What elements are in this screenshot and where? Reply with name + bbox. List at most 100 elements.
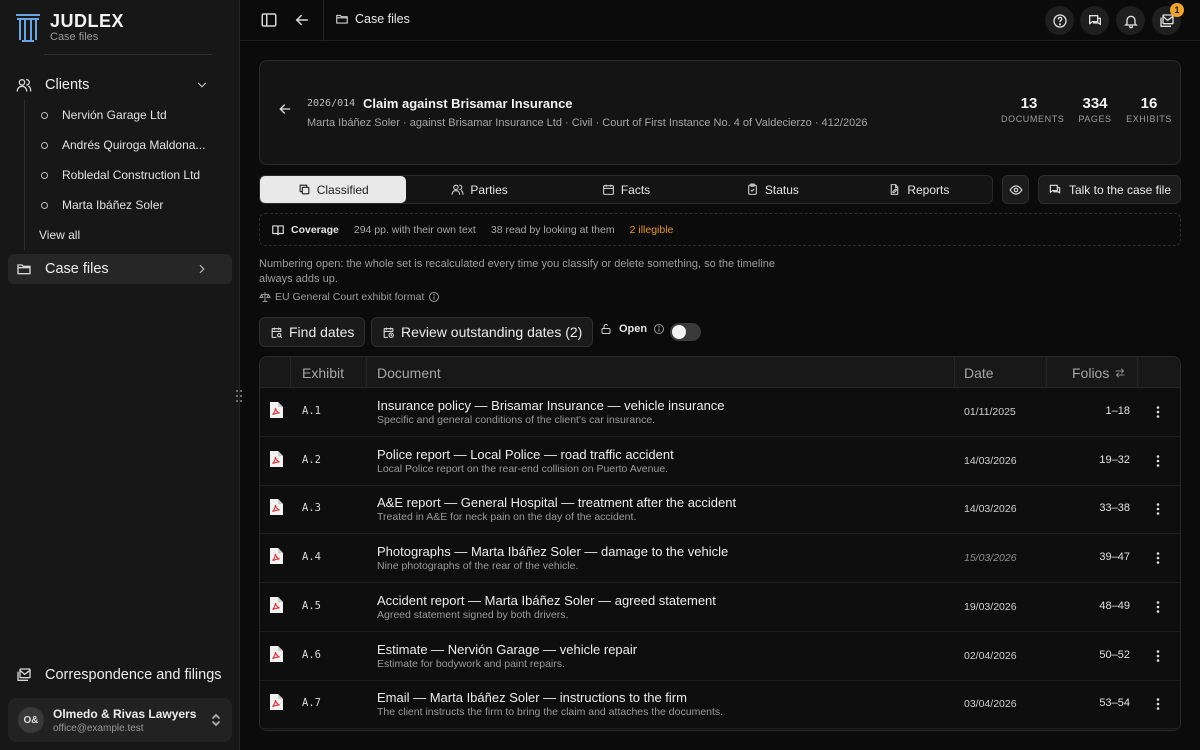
stat-value: 334	[1082, 95, 1108, 112]
calendar-clock-icon	[382, 326, 395, 339]
exhibit-number: A.3	[302, 502, 321, 515]
client-item[interactable]: Nervión Garage Ltd	[25, 100, 224, 130]
sidebar-toggle-icon[interactable]	[260, 11, 278, 29]
account-switcher[interactable]: O& Olmedo & Rivas Lawyers office@example…	[8, 698, 232, 742]
find-dates-button[interactable]: Find dates	[259, 317, 366, 347]
stat-label: EXHIBITS	[1126, 114, 1172, 124]
folder-icon	[16, 261, 32, 277]
pdf-file-icon	[269, 548, 283, 565]
table-row[interactable]: A.3 A&E report — General Hospital — treat…	[260, 485, 1180, 535]
pdf-file-icon	[269, 645, 283, 662]
notifications-button[interactable]	[1116, 6, 1145, 35]
courthouse-logo-icon	[14, 10, 42, 44]
grip-vertical-icon[interactable]	[235, 389, 243, 403]
sidebar-item-case-files[interactable]: Case files	[8, 254, 232, 284]
tab-reports[interactable]: Reports	[846, 176, 992, 203]
folder-icon	[335, 12, 349, 26]
document-description: Treated in A&E for neck pain on the day …	[377, 511, 637, 524]
table-row[interactable]: A.5 Accident report — Marta Ibáñez Soler …	[260, 583, 1180, 632]
info-icon[interactable]	[653, 323, 665, 335]
tab-status[interactable]: Status	[699, 176, 845, 203]
sidebar-item-correspondence[interactable]: Correspondence and filings	[8, 660, 232, 690]
more-vertical-icon[interactable]	[1152, 551, 1164, 565]
messages-button[interactable]	[1080, 6, 1109, 35]
column-header-folios[interactable]: Folios	[1072, 357, 1126, 388]
eye-icon	[1008, 183, 1023, 197]
coverage-illegible[interactable]: 2 illegible	[630, 224, 674, 236]
toggle-knob	[672, 325, 686, 339]
client-item[interactable]: Robledal Construction Ltd	[25, 160, 224, 190]
inbox-button[interactable]: 1	[1152, 3, 1184, 35]
help-button[interactable]	[1045, 6, 1074, 35]
pdf-file-icon	[269, 596, 283, 613]
column-header-date[interactable]: Date	[964, 357, 994, 388]
clipboard-check-icon	[746, 183, 759, 196]
brand[interactable]: JUDLEX Case files	[14, 10, 124, 44]
chevron-down-icon[interactable]	[195, 78, 209, 92]
table-row[interactable]: A.7 Email — Marta Ibáñez Soler — instruct…	[260, 680, 1180, 730]
document-description: Estimate for bodywork and paint repairs.	[377, 657, 565, 670]
stat-exhibits: 16 EXHIBITS	[1124, 95, 1174, 124]
column-header-exhibit[interactable]: Exhibit	[302, 357, 344, 388]
document-folios: 39–47	[1099, 551, 1130, 564]
pdf-file-icon	[269, 499, 283, 516]
exhibit-number: A.4	[302, 551, 321, 564]
account-name: Olmedo & Rivas Lawyers	[53, 706, 197, 721]
table-row[interactable]: A.1 Insurance policy — Brisamar Insurance…	[260, 388, 1180, 437]
stat-value: 13	[1020, 95, 1038, 112]
open-label: Open	[619, 323, 648, 335]
stat-value: 16	[1140, 95, 1158, 112]
document-title: Email — Marta Ibáñez Soler — instruction…	[377, 690, 687, 706]
case-number: 2026/014	[307, 98, 356, 109]
tab-classified[interactable]: Classified	[260, 176, 407, 203]
open-toggle[interactable]	[670, 323, 701, 341]
info-icon[interactable]	[428, 291, 440, 303]
more-vertical-icon[interactable]	[1152, 454, 1164, 468]
document-date: 15/03/2026	[964, 552, 1017, 565]
sidebar-item-clients[interactable]: Clients	[8, 70, 232, 100]
table-row[interactable]: A.6 Estimate — Nervión Garage — vehicle r…	[260, 632, 1180, 681]
client-item[interactable]: Andrés Quiroga Maldona...	[25, 130, 224, 160]
table-row[interactable]: A.2 Police report — Local Police — road t…	[260, 437, 1180, 486]
client-name: Robledal Construction Ltd	[62, 168, 201, 182]
circle-icon	[41, 111, 48, 119]
preview-toggle-button[interactable]	[1002, 175, 1029, 204]
pdf-file-icon	[269, 402, 283, 418]
sidebar-item-label: Clients	[45, 77, 90, 93]
tab-facts[interactable]: Facts	[553, 176, 699, 203]
divider	[1046, 357, 1047, 388]
more-vertical-icon[interactable]	[1152, 697, 1164, 711]
more-vertical-icon[interactable]	[1152, 649, 1164, 663]
circle-icon	[41, 141, 48, 149]
divider	[44, 54, 212, 55]
arrow-left-icon[interactable]	[293, 11, 311, 29]
exhibit-format: EU General Court exhibit format	[259, 291, 444, 303]
talk-to-case-file-button[interactable]: Talk to the case file	[1038, 175, 1181, 204]
talk-button-label: Talk to the case file	[1068, 182, 1172, 197]
exhibit-number: A.1	[302, 405, 321, 417]
column-header-document[interactable]: Document	[377, 357, 441, 388]
more-vertical-icon[interactable]	[1152, 405, 1164, 419]
breadcrumb[interactable]: Case files	[335, 12, 410, 26]
divider	[1137, 357, 1138, 388]
coverage-label: Coverage	[291, 223, 339, 236]
review-dates-button[interactable]: Review outstanding dates (2)	[371, 317, 594, 347]
more-vertical-icon[interactable]	[1152, 502, 1164, 516]
table-row[interactable]: A.4 Photographs — Marta Ibáñez Soler — da…	[260, 534, 1180, 584]
help-circle-icon	[1052, 13, 1068, 29]
arrow-left-icon[interactable]	[277, 101, 293, 117]
more-vertical-icon[interactable]	[1152, 600, 1164, 614]
client-item[interactable]: Marta Ibáñez Soler	[25, 190, 224, 220]
chat-icon	[1048, 183, 1062, 197]
tab-label: Status	[764, 182, 799, 197]
document-description: Agreed statement signed by both drivers.	[377, 608, 569, 621]
tab-label: Facts	[620, 182, 651, 197]
view-all-link[interactable]: View all	[25, 220, 224, 250]
tab-parties[interactable]: Parties	[406, 176, 552, 203]
divider	[366, 357, 367, 388]
client-list: Nervión Garage Ltd Andrés Quiroga Maldon…	[24, 100, 224, 250]
document-folios: 53–54	[1099, 697, 1130, 710]
document-description: Nine photographs of the rear of the vehi…	[377, 560, 579, 573]
divider	[323, 0, 324, 41]
document-date: 14/03/2026	[964, 454, 1017, 467]
